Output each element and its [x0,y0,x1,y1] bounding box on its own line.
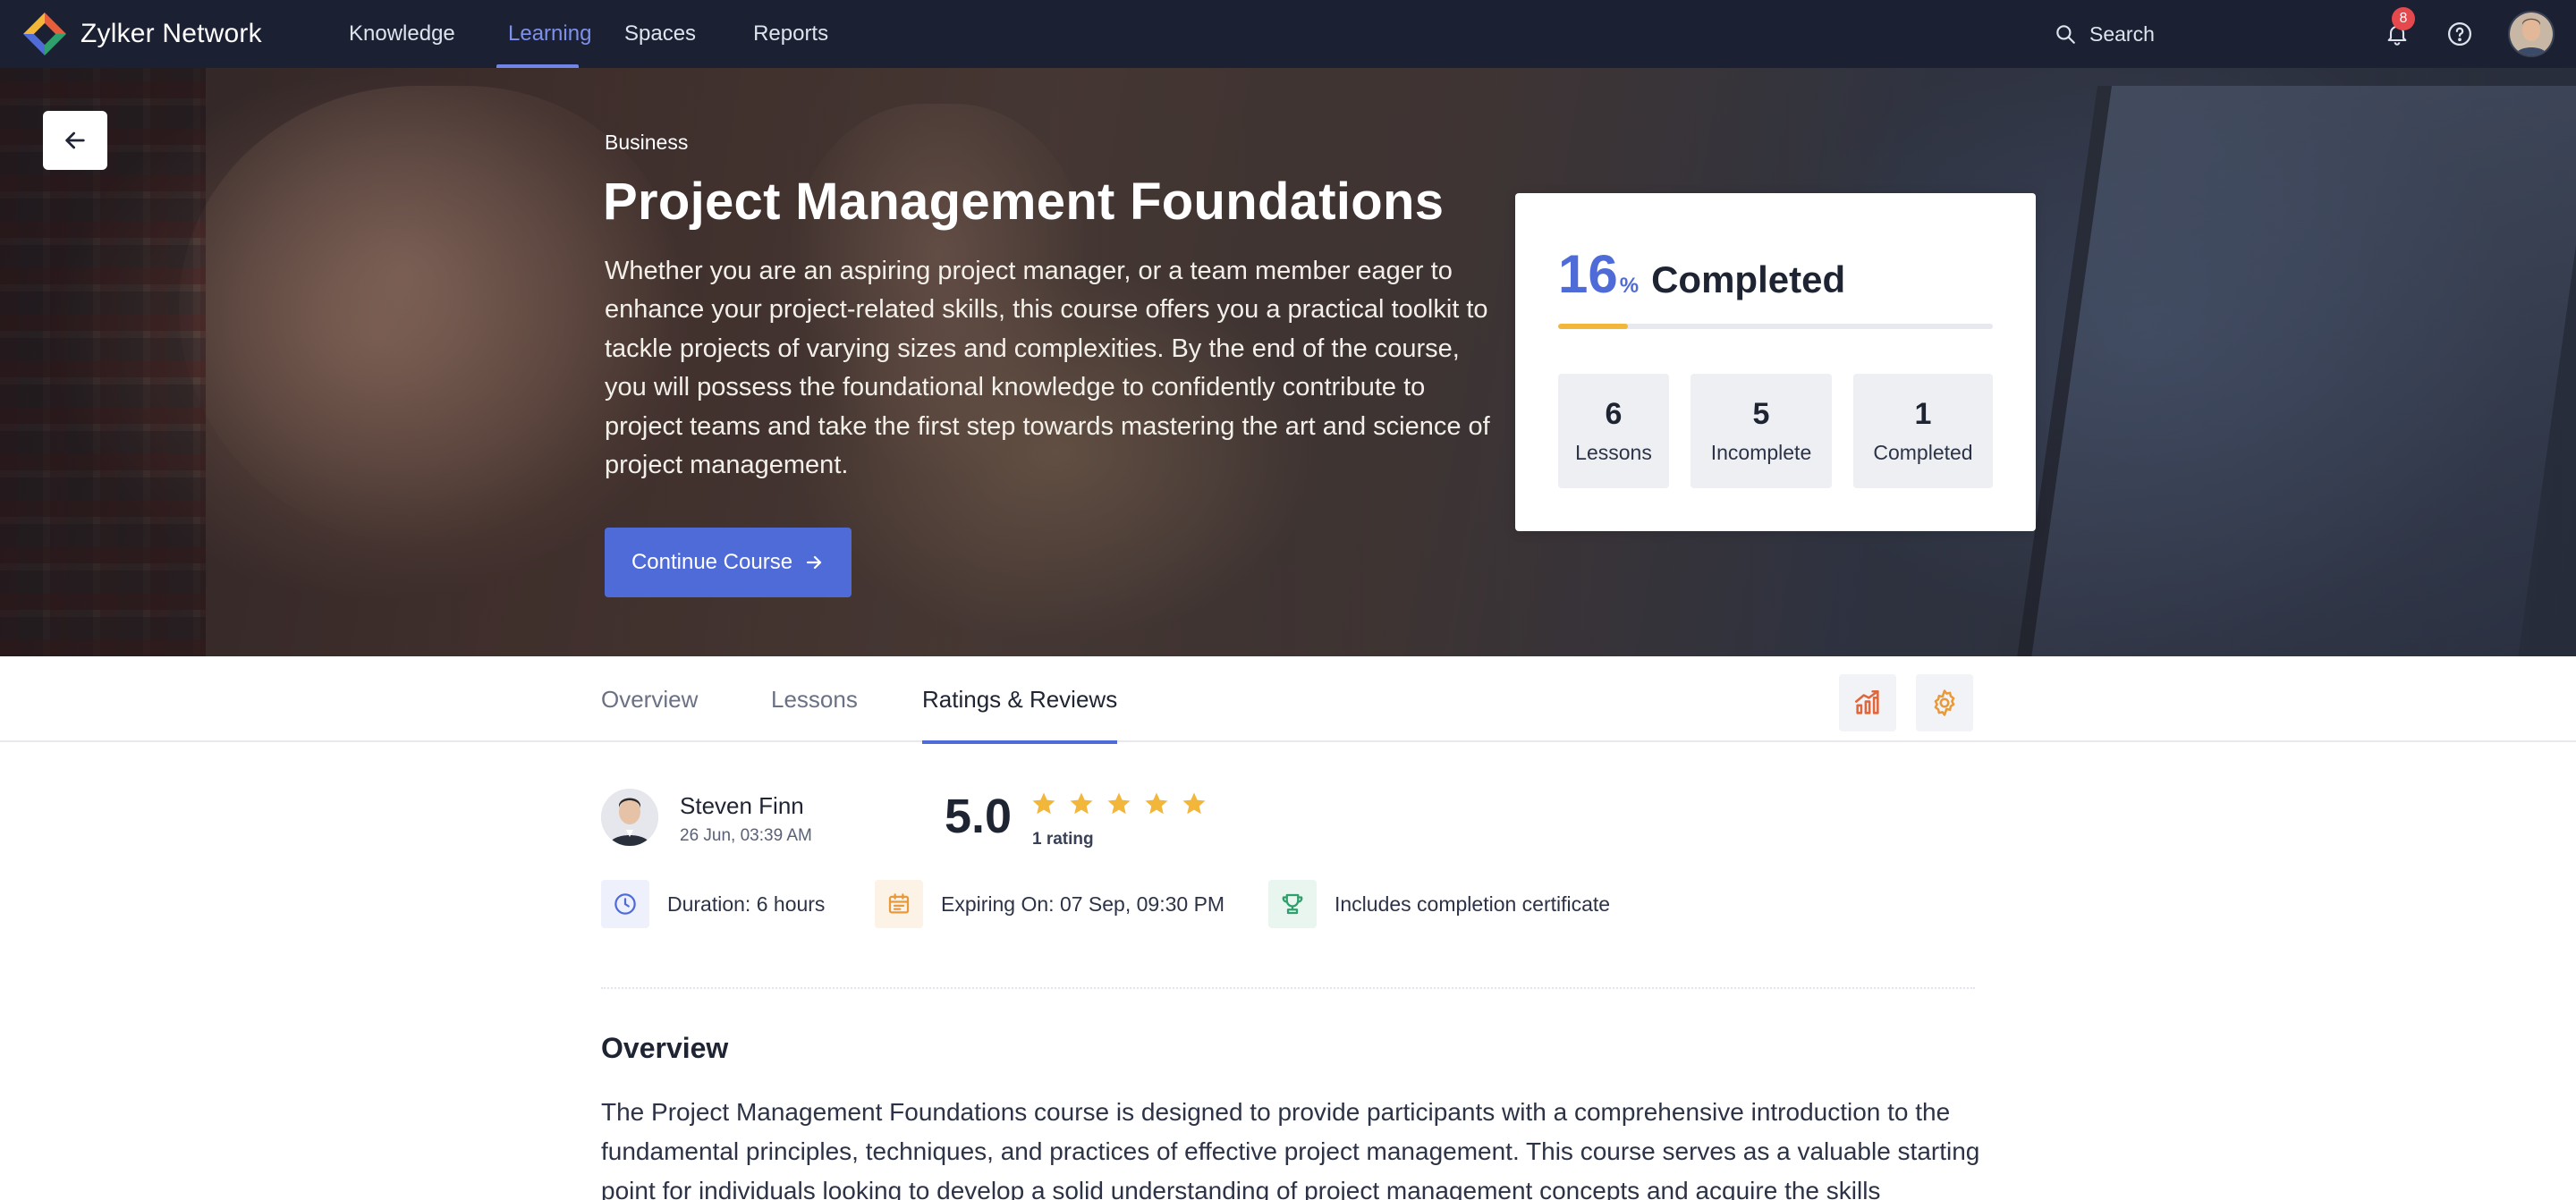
stat-label: Lessons [1575,441,1652,464]
stat-value: 1 [1914,397,1932,431]
rating-score: 5.0 [945,790,1013,843]
expiry-info: Expiring On: 07 Sep, 09:30 PM [875,880,1224,928]
user-avatar[interactable] [2508,11,2555,57]
star-icon [1070,792,1093,815]
progress-label: Completed [1651,258,1846,300]
course-category: Business [605,131,689,154]
help-button[interactable] [2444,18,2476,50]
rating-stars [1030,790,1208,817]
back-arrow-icon [65,131,85,149]
progress-summary: 16 % Completed [1558,243,1845,305]
back-button[interactable] [43,111,107,170]
help-icon [2448,22,2471,46]
stat-incomplete: 5 Incomplete [1690,374,1832,488]
tab-lessons[interactable]: Lessons [771,656,858,742]
certificate-text: Includes completion certificate [1335,892,1611,916]
analytics-button[interactable] [1839,674,1896,731]
brand-name: Zylker Network [80,19,262,48]
user-avatar-image [2510,13,2553,55]
trophy-icon-box [1268,880,1317,928]
calendar-icon-box [875,880,923,928]
logo-icon [23,13,66,55]
course-tabs: Overview Lessons Ratings & Reviews [0,656,2576,744]
brand[interactable]: Zylker Network [21,11,262,57]
nav-reports[interactable]: Reports [753,0,828,68]
course-description: Whether you are an aspiring project mana… [605,257,1490,480]
overview-heading: Overview [601,1032,729,1064]
chart-icon [1854,689,1879,714]
author-avatar [601,789,658,846]
stat-completed: 1 Completed [1853,374,1993,488]
clock-icon-box [601,880,649,928]
certificate-info: Includes completion certificate [1268,880,1610,928]
search-box[interactable]: Search [2054,18,2155,50]
settings-icon [1934,689,1955,716]
expiry-text: Expiring On: 07 Sep, 09:30 PM [941,892,1225,916]
duration-text: Duration: 6 hours [667,892,826,916]
stat-value: 6 [1605,397,1623,431]
rating-count: 1 rating [1032,830,1094,849]
progress-bar-fill [1558,324,1628,329]
star-icon [1145,792,1168,815]
continue-course-button[interactable]: Continue Course [605,528,852,597]
nav-learning[interactable]: Learning [496,0,591,68]
review-date: 26 Jun, 03:39 AM [680,826,812,845]
course-title: Project Management Foundations [603,173,1445,231]
nav-knowledge[interactable]: Knowledge [349,0,458,68]
top-nav: Zylker Network Knowledge Learning Spaces… [0,0,2576,68]
section-divider [601,987,1975,989]
overview-text: The Project Management Foundations cours… [601,1098,1980,1200]
author-avatar-image [601,789,658,846]
nav-spaces[interactable]: Spaces [624,0,696,68]
notification-badge: 8 [2392,7,2415,30]
stat-lessons: 6 Lessons [1558,374,1669,488]
calendar-icon [888,893,910,914]
trophy-icon [1282,893,1303,915]
author-name: Steven Finn [680,792,804,819]
main-nav: Knowledge Learning Spaces Reports [349,0,828,68]
continue-course-label: Continue Course [631,550,793,574]
search-icon [2056,25,2075,44]
star-icon [1032,792,1055,815]
star-icon [1107,792,1131,815]
progress-percent: 16 [1558,244,1618,304]
stat-label: Incomplete [1710,441,1812,464]
progress-card: 16 % Completed 6 Lessons 5 Incomplete 1 … [1515,193,2036,531]
duration-info: Duration: 6 hours [601,880,825,928]
settings-button[interactable] [1916,674,1973,731]
tab-ratings-reviews[interactable]: Ratings & Reviews [922,656,1118,744]
clock-icon [614,893,636,915]
stat-label: Completed [1873,441,1973,464]
progress-percent-sign: % [1619,274,1640,298]
course-hero: Business Project Management Foundations … [0,68,2576,656]
arrow-right-icon [806,555,822,570]
star-icon [1182,792,1206,815]
tab-overview[interactable]: Overview [601,656,698,742]
progress-bar [1558,324,1993,329]
stat-value: 5 [1752,397,1770,431]
search-placeholder: Search [2089,21,2155,46]
